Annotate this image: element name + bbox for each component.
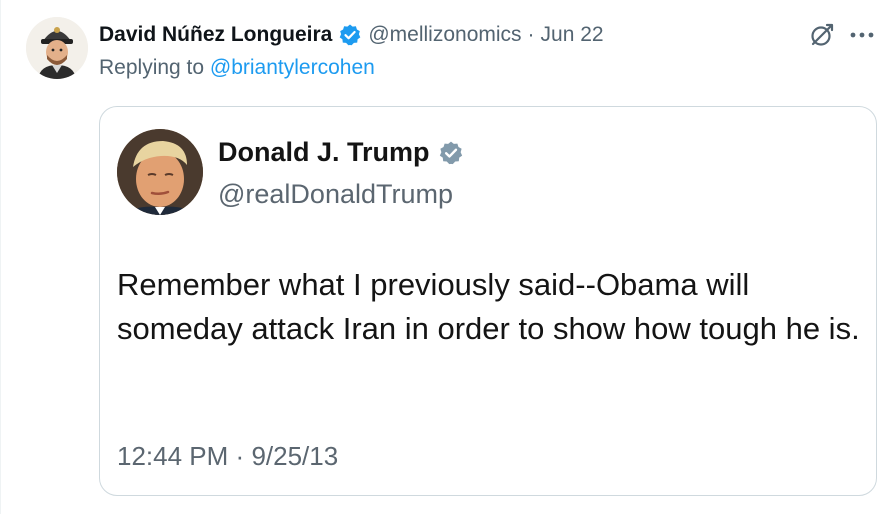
quoted-tweet-text: Remember what I previously said--Obama w… bbox=[117, 267, 860, 346]
quoted-tweet-card[interactable]: Donald J. Trump @realDonaldTrump Remembe… bbox=[99, 106, 877, 496]
quoted-verified-badge-icon bbox=[438, 140, 464, 166]
tweet-header: David Núñez Longueira @mellizonomics · J… bbox=[99, 20, 604, 50]
grok-icon[interactable] bbox=[809, 22, 835, 48]
quoted-date: 9/25/13 bbox=[251, 441, 339, 471]
replying-to-line: Replying to @briantylercohen bbox=[99, 56, 375, 80]
quoted-author-handle[interactable]: @realDonaldTrump bbox=[218, 179, 453, 210]
replying-to-link[interactable]: @briantylercohen bbox=[210, 56, 375, 79]
quoted-author-avatar[interactable] bbox=[117, 129, 203, 215]
quoted-time: 12:44 PM bbox=[117, 441, 229, 471]
more-options-icon[interactable] bbox=[847, 22, 877, 48]
tweet[interactable]: David Núñez Longueira @mellizonomics · J… bbox=[0, 0, 894, 514]
quoted-tweet-timestamp: 12:44 PM · 9/25/13 bbox=[117, 441, 338, 472]
author-avatar[interactable] bbox=[26, 17, 88, 79]
quoted-name-row: Donald J. Trump bbox=[218, 137, 464, 168]
tweet-date[interactable]: Jun 22 bbox=[541, 23, 604, 47]
replying-to-prefix: Replying to bbox=[99, 56, 210, 79]
author-name[interactable]: David Núñez Longueira bbox=[99, 23, 332, 47]
quoted-author-name[interactable]: Donald J. Trump bbox=[218, 137, 430, 168]
author-handle[interactable]: @mellizonomics bbox=[368, 23, 521, 47]
separator-dot: · bbox=[527, 23, 535, 46]
verified-badge-icon bbox=[338, 23, 362, 47]
quoted-separator-dot: · bbox=[235, 441, 245, 471]
